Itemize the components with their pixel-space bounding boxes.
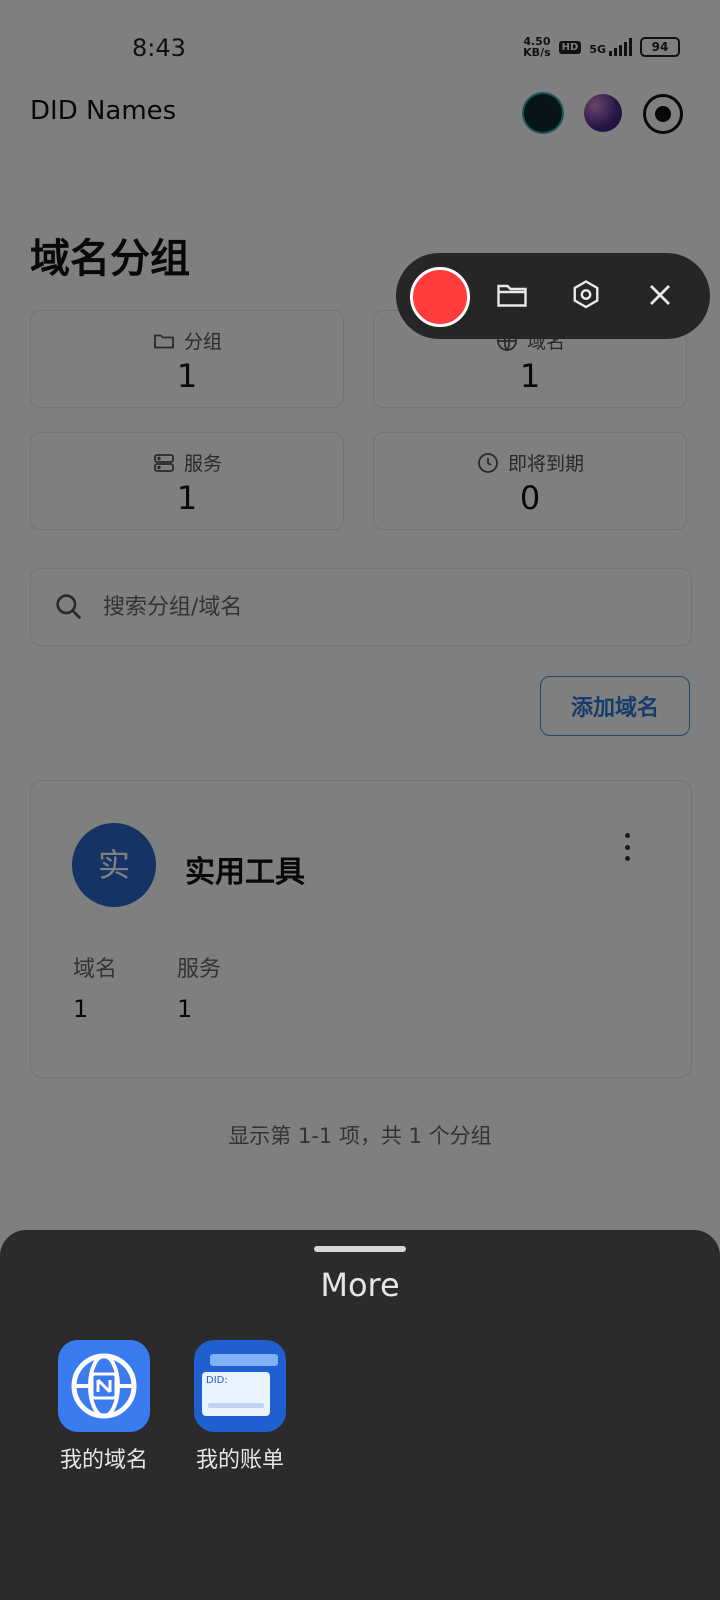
more-options-icon[interactable]	[619, 833, 635, 861]
search-icon	[56, 594, 82, 620]
search-box	[30, 568, 692, 646]
globe-icon	[58, 1340, 150, 1432]
stat-value: 1	[519, 357, 541, 395]
group-domains-label: 域名	[73, 957, 118, 982]
user-avatar[interactable]	[584, 94, 622, 132]
net-speed: 4.50 KB/s	[523, 36, 550, 58]
folder-icon[interactable]	[494, 277, 530, 313]
folder-icon	[154, 334, 174, 348]
net-speed-unit: KB/s	[523, 46, 551, 59]
sheet-item-my-domains[interactable]: 我的域名	[44, 1340, 164, 1474]
group-domains-value: 1	[73, 995, 89, 1023]
settings-icon[interactable]	[568, 277, 604, 313]
page-title: 域名分组	[30, 236, 190, 282]
stat-label: 即将到期	[507, 453, 584, 475]
status-time: 8:43	[132, 34, 186, 62]
stat-card-groups: 分组 1	[30, 310, 344, 408]
group-services-label: 服务	[177, 957, 222, 982]
stat-value: 1	[176, 357, 198, 395]
stat-label: 分组	[183, 331, 222, 353]
bottom-sheet: More 我的域名 DID: 我的账单	[0, 1230, 720, 1600]
close-icon[interactable]	[642, 277, 678, 313]
sheet-item-label: 我的账单	[195, 1448, 284, 1473]
screen-recorder-toolbar	[396, 253, 710, 339]
stat-card-expiring: 即将到期 0	[373, 432, 687, 530]
stat-card-services: 服务 1	[30, 432, 344, 530]
network-avatar-icon[interactable]	[524, 94, 562, 132]
add-domain-button[interactable]: 添加域名	[540, 676, 690, 736]
record-button[interactable]	[410, 267, 470, 327]
group-avatar: 实	[72, 823, 156, 907]
group-name: 实用工具	[185, 855, 305, 890]
pagination-summary: 显示第 1-1 项，共 1 个分组	[228, 1124, 492, 1148]
battery-icon: 94	[640, 37, 680, 57]
stat-label: 服务	[183, 453, 222, 475]
clock-icon	[478, 452, 498, 473]
app-title: DID Names	[30, 96, 177, 126]
bill-card-text: DID:	[206, 1375, 228, 1386]
target-icon[interactable]	[643, 94, 683, 134]
bill-icon: DID:	[194, 1340, 286, 1432]
stat-value: 0	[519, 479, 541, 517]
group-card[interactable]: 实 实用工具 域名 服务 1 1	[30, 780, 692, 1078]
signal-bars-icon	[609, 38, 632, 56]
signal-indicator: 5G	[589, 38, 632, 56]
server-icon	[154, 453, 174, 472]
sheet-title: More	[320, 1266, 400, 1304]
search-input[interactable]	[101, 583, 665, 631]
hd-badge: HD	[558, 40, 582, 54]
sheet-drag-handle[interactable]	[314, 1246, 406, 1252]
sheet-item-label: 我的域名	[59, 1448, 148, 1473]
status-icons: 4.50 KB/s HD 5G 94	[523, 36, 680, 58]
sheet-item-my-bills[interactable]: DID: 我的账单	[180, 1340, 300, 1474]
network-type: 5G	[589, 43, 606, 56]
group-services-value: 1	[177, 995, 193, 1023]
stat-value: 1	[176, 479, 198, 517]
